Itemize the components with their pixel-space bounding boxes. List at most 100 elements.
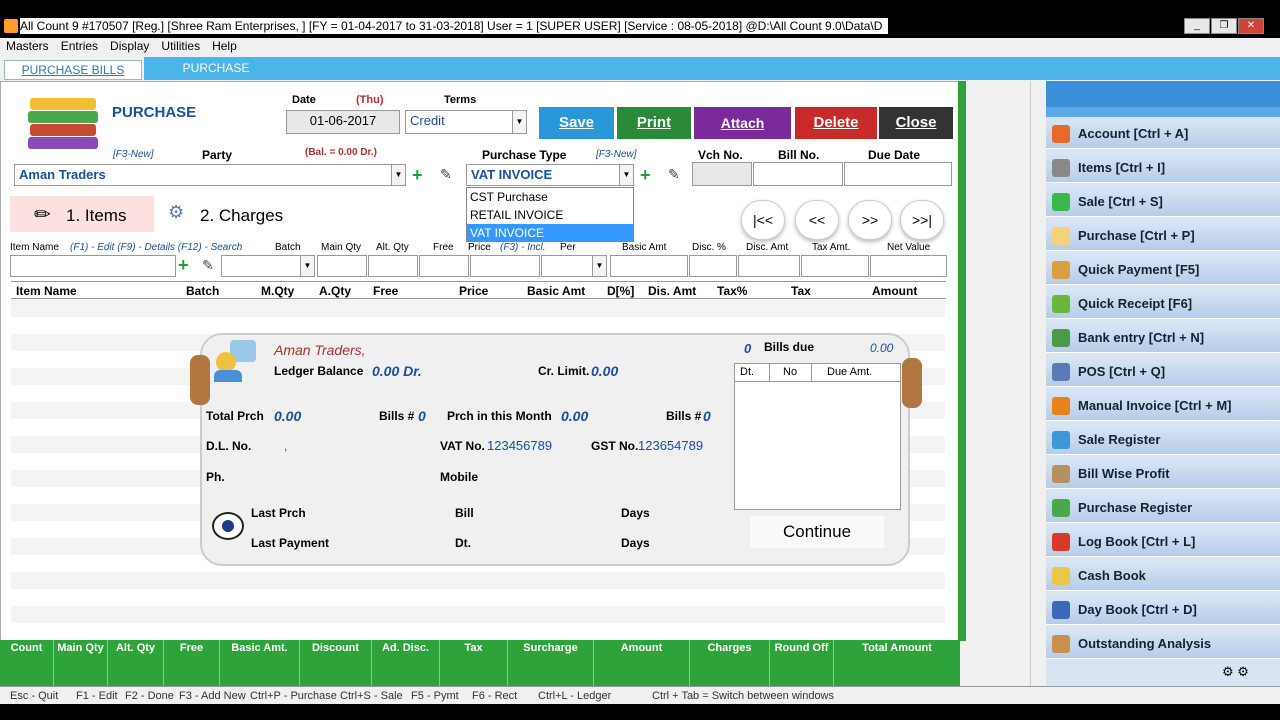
tab-charges[interactable]: ⚙ 2. Charges xyxy=(160,196,300,232)
first-record-button[interactable]: |<< xyxy=(741,200,785,240)
minimize-button[interactable]: _ xyxy=(1184,18,1210,34)
grand-total: Total Amount xyxy=(862,642,932,654)
edit-item-icon[interactable]: ✎ xyxy=(202,257,214,274)
ptype-option-cst[interactable]: CST Purchase xyxy=(467,188,633,206)
due-date-field[interactable] xyxy=(844,162,952,186)
close-button[interactable]: Close xyxy=(879,107,953,139)
ptype-dropdown-list[interactable]: CST Purchase RETAIL INVOICE VAT INVOICE xyxy=(466,187,634,242)
last-record-button[interactable]: >>| xyxy=(900,200,944,240)
entry-mqty-field[interactable] xyxy=(317,255,367,277)
party-avatar-icon xyxy=(214,340,260,384)
mobile-label: Mobile xyxy=(440,470,478,484)
entry-tax-field[interactable] xyxy=(801,255,869,277)
days2-label: Days xyxy=(621,536,650,550)
total-alt-qty: Alt. Qty xyxy=(108,640,164,686)
status-f1: F1 - Edit xyxy=(76,690,118,702)
sidebar-item-12[interactable]: Log Book [Ctrl + L] xyxy=(1046,527,1280,557)
table-row[interactable] xyxy=(11,606,945,623)
add-party-icon[interactable]: + xyxy=(412,165,423,186)
app-icon xyxy=(4,19,18,33)
bills-due-col-no: No xyxy=(783,366,798,378)
sidebar-item-2[interactable]: Sale [Ctrl + S] xyxy=(1046,187,1280,217)
entry-aqty-field[interactable] xyxy=(368,255,418,277)
sidebar-item-9[interactable]: Sale Register xyxy=(1046,425,1280,455)
sidebar-item-14[interactable]: Day Book [Ctrl + D] xyxy=(1046,595,1280,625)
terms-select[interactable]: Credit xyxy=(405,110,527,134)
ptype-option-retail[interactable]: RETAIL INVOICE xyxy=(467,206,633,224)
status-ctrl-tab: Ctrl + Tab = Switch between windows xyxy=(652,690,834,702)
menu-entries[interactable]: Entries xyxy=(55,38,104,54)
entry-item-field[interactable] xyxy=(10,255,176,277)
total-amount: Amount xyxy=(594,640,690,686)
menu-masters[interactable]: Masters xyxy=(0,38,55,54)
sidebar-item-11[interactable]: Purchase Register xyxy=(1046,493,1280,523)
terms-dropdown-arrow[interactable]: ▼ xyxy=(512,111,526,133)
menu-help[interactable]: Help xyxy=(206,38,243,54)
party-dropdown-arrow[interactable]: ▼ xyxy=(391,165,405,185)
sidebar-item-4[interactable]: Quick Payment [F5] xyxy=(1046,255,1280,285)
sidebar-item-label: Quick Receipt [F6] xyxy=(1078,296,1193,311)
sidebar-item-3[interactable]: Purchase [Ctrl + P] xyxy=(1046,221,1280,251)
entry-net-field[interactable] xyxy=(870,255,947,277)
sidebar-item-10[interactable]: Bill Wise Profit xyxy=(1046,459,1280,489)
ptype-select[interactable]: VAT INVOICE xyxy=(466,164,634,186)
sidebar-item-0[interactable]: Account [Ctrl + A] xyxy=(1046,119,1280,149)
vch-field[interactable] xyxy=(692,162,752,186)
sidebar-item-icon xyxy=(1052,397,1070,415)
entry-discamt-field[interactable] xyxy=(738,255,800,277)
delete-button[interactable]: Delete xyxy=(795,107,877,139)
per-dropdown-arrow[interactable]: ▼ xyxy=(592,256,606,276)
sidebar-footer-icons[interactable]: ⚙ ⚙ xyxy=(1222,664,1249,680)
party-field[interactable]: Aman Traders xyxy=(14,164,406,186)
continue-button[interactable]: Continue xyxy=(750,516,884,548)
ptype-dropdown-arrow[interactable]: ▼ xyxy=(619,165,633,185)
entry-tax-label: Tax Amt. xyxy=(812,242,851,253)
bill-no-field[interactable] xyxy=(753,162,843,186)
terms-value: Credit xyxy=(410,113,445,128)
next-record-button[interactable]: >> xyxy=(848,200,892,240)
prev-record-button[interactable]: << xyxy=(795,200,839,240)
sidebar-item-8[interactable]: Manual Invoice [Ctrl + M] xyxy=(1046,391,1280,421)
save-button[interactable]: Save xyxy=(539,107,614,139)
dl-value: , xyxy=(284,439,288,453)
entry-disc-field[interactable] xyxy=(689,255,737,277)
total-charges: Charges xyxy=(690,640,770,686)
add-ptype-icon[interactable]: + xyxy=(640,165,651,186)
date-field[interactable]: 01-06-2017 xyxy=(286,110,400,134)
table-row[interactable] xyxy=(11,572,945,589)
menu-utilities[interactable]: Utilities xyxy=(155,38,206,54)
vat-label: VAT No. xyxy=(440,439,485,453)
tab-purchase[interactable]: PURCHASE xyxy=(144,57,288,80)
sidebar-item-1[interactable]: Items [Ctrl + I] xyxy=(1046,153,1280,183)
attach-button[interactable]: Attach xyxy=(694,107,791,139)
entry-basic-field[interactable] xyxy=(610,255,688,277)
menu-display[interactable]: Display xyxy=(104,38,155,54)
sidebar-item-label: Manual Invoice [Ctrl + M] xyxy=(1078,398,1232,413)
sidebar-item-5[interactable]: Quick Receipt [F6] xyxy=(1046,289,1280,319)
tab-items[interactable]: ✏ 1. Items xyxy=(10,196,154,232)
close-window-button[interactable]: ✕ xyxy=(1238,18,1264,34)
sidebar-item-7[interactable]: POS [Ctrl + Q] xyxy=(1046,357,1280,387)
sidebar-item-6[interactable]: Bank entry [Ctrl + N] xyxy=(1046,323,1280,353)
sidebar-item-icon xyxy=(1052,227,1070,245)
batch-dropdown-arrow[interactable]: ▼ xyxy=(300,256,314,276)
terms-label: Terms xyxy=(444,94,477,106)
tab-purchase-bills[interactable]: PURCHASE BILLS xyxy=(4,60,142,80)
entry-free-field[interactable] xyxy=(419,255,469,277)
sidebar-item-13[interactable]: Cash Book xyxy=(1046,561,1280,591)
due-label: Due Date xyxy=(868,148,921,162)
table-row[interactable] xyxy=(11,300,945,317)
col-mqty: M.Qty xyxy=(261,284,295,298)
maximize-button[interactable]: ❐ xyxy=(1211,18,1237,34)
ptype-option-vat[interactable]: VAT INVOICE xyxy=(467,224,633,242)
add-item-icon[interactable]: + xyxy=(178,255,189,276)
edit-party-icon[interactable]: ✎ xyxy=(440,166,452,183)
edit-ptype-icon[interactable]: ✎ xyxy=(668,166,680,183)
vertical-scrollbar[interactable] xyxy=(1030,81,1044,686)
charges-icon: ⚙ xyxy=(168,202,185,222)
print-button[interactable]: Print xyxy=(617,107,691,139)
tab-bar: PURCHASE BILLS PURCHASE xyxy=(0,57,1280,81)
sidebar-item-15[interactable]: Outstanding Analysis xyxy=(1046,629,1280,659)
entry-price-field[interactable] xyxy=(470,255,540,277)
col-tax: Tax xyxy=(791,284,811,298)
